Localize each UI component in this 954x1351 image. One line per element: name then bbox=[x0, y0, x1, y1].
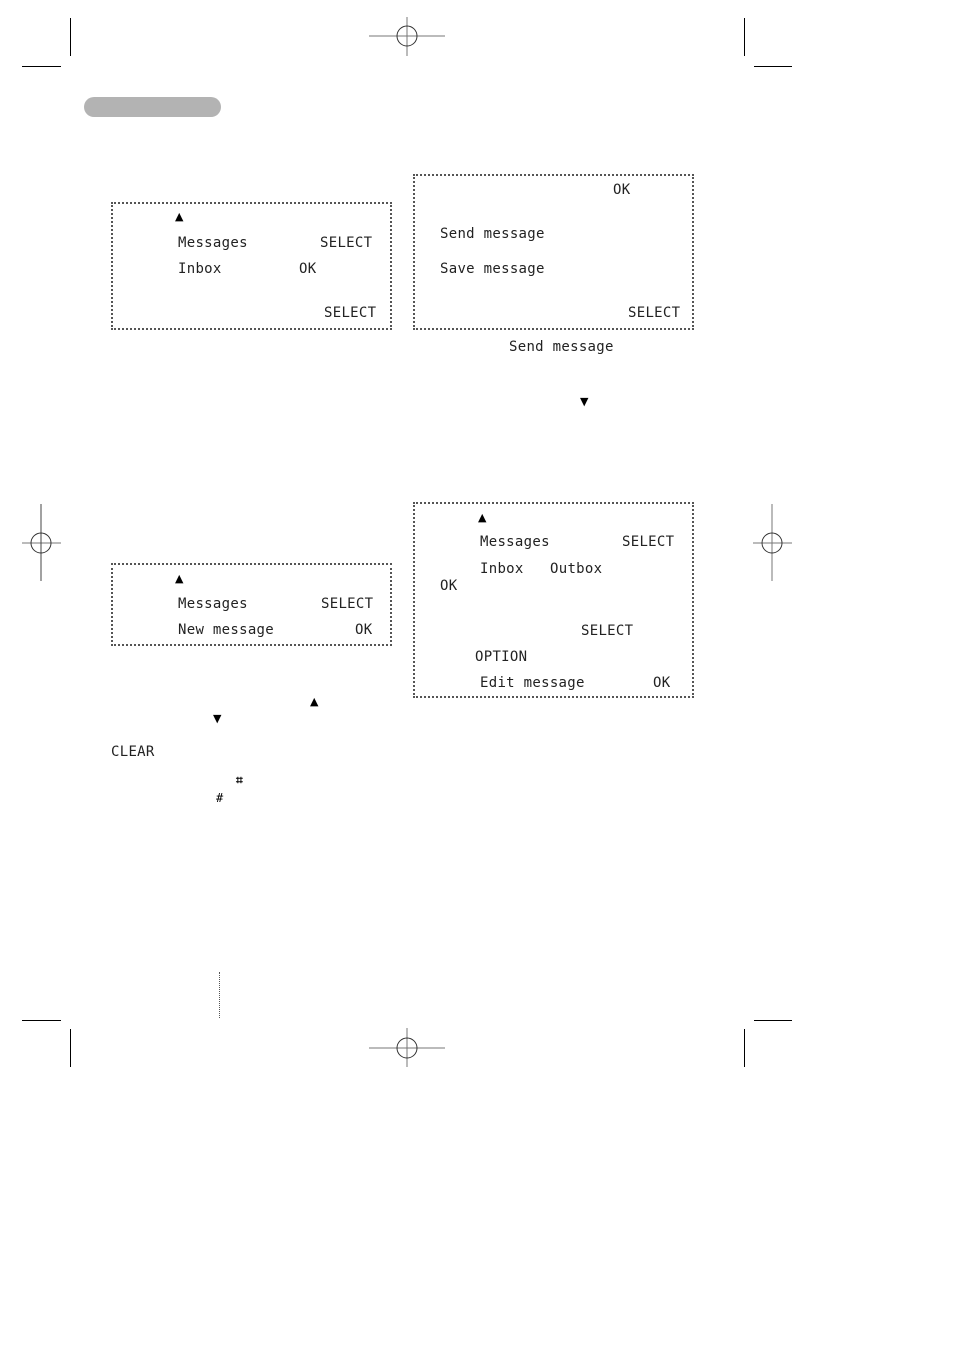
caption-send-message: Send message bbox=[509, 339, 614, 355]
softkey-select: SELECT bbox=[622, 534, 675, 550]
softkey-ok: OK bbox=[299, 261, 317, 277]
dotted-divider bbox=[219, 972, 220, 1018]
menu-item-save-message: Save message bbox=[440, 261, 545, 277]
softkey-select: SELECT bbox=[321, 596, 374, 612]
up-arrow-icon: ▲ bbox=[310, 695, 319, 708]
hash-key-icon: ⌗ bbox=[236, 773, 243, 787]
up-arrow-icon: ▲ bbox=[175, 210, 184, 223]
menu-item-messages: Messages bbox=[480, 534, 550, 550]
crop-mark-top-right-horizontal bbox=[754, 66, 792, 67]
crop-mark-top-left-vertical bbox=[70, 18, 71, 56]
registration-mark-bottom bbox=[369, 1028, 445, 1067]
softkey-select: SELECT bbox=[581, 623, 634, 639]
registration-mark-right bbox=[753, 504, 792, 581]
crop-mark-bottom-left-vertical bbox=[70, 1029, 71, 1067]
menu-item-outbox: Outbox bbox=[550, 561, 603, 577]
down-arrow-icon: ▼ bbox=[580, 395, 589, 408]
menu-item-new-message: New message bbox=[178, 622, 275, 638]
registration-mark-left bbox=[22, 504, 61, 581]
crop-mark-top-right-vertical bbox=[744, 18, 745, 56]
softkey-option: OPTION bbox=[475, 649, 528, 665]
lcd-screen-new-message: ▲ Messages SELECT New message OK bbox=[111, 563, 392, 646]
crop-mark-top-left-horizontal bbox=[22, 66, 61, 67]
menu-item-send-message: Send message bbox=[440, 226, 545, 242]
lcd-screen-send-save: OK Send message Save message SELECT bbox=[413, 174, 694, 330]
softkey-ok: OK bbox=[355, 622, 373, 638]
up-arrow-icon: ▲ bbox=[478, 511, 487, 524]
lcd-screen-inbox: ▲ Messages SELECT Inbox OK SELECT bbox=[111, 202, 392, 330]
crop-mark-bottom-left-horizontal bbox=[22, 1020, 61, 1021]
menu-item-inbox: Inbox bbox=[178, 261, 222, 277]
softkey-select-bottom: SELECT bbox=[628, 305, 681, 321]
softkey-ok: OK bbox=[440, 578, 458, 594]
lcd-screen-edit-message: ▲ Messages SELECT Inbox Outbox OK SELECT… bbox=[413, 502, 694, 698]
softkey-ok-bottom: OK bbox=[653, 675, 671, 691]
down-arrow-icon: ▼ bbox=[213, 712, 222, 725]
menu-item-edit-message: Edit message bbox=[480, 675, 585, 691]
clear-key-label: CLEAR bbox=[111, 744, 155, 760]
softkey-select: SELECT bbox=[320, 235, 373, 251]
up-arrow-icon: ▲ bbox=[175, 572, 184, 585]
menu-item-messages: Messages bbox=[178, 596, 248, 612]
crop-mark-bottom-right-horizontal bbox=[754, 1020, 792, 1021]
section-header-tab bbox=[84, 97, 221, 117]
softkey-ok: OK bbox=[613, 182, 631, 198]
crop-mark-bottom-right-vertical bbox=[744, 1029, 745, 1067]
registration-mark-top bbox=[369, 17, 445, 56]
hash-key-icon: # bbox=[216, 791, 224, 805]
menu-item-inbox: Inbox bbox=[480, 561, 524, 577]
menu-item-messages: Messages bbox=[178, 235, 248, 251]
softkey-select-bottom: SELECT bbox=[324, 305, 377, 321]
